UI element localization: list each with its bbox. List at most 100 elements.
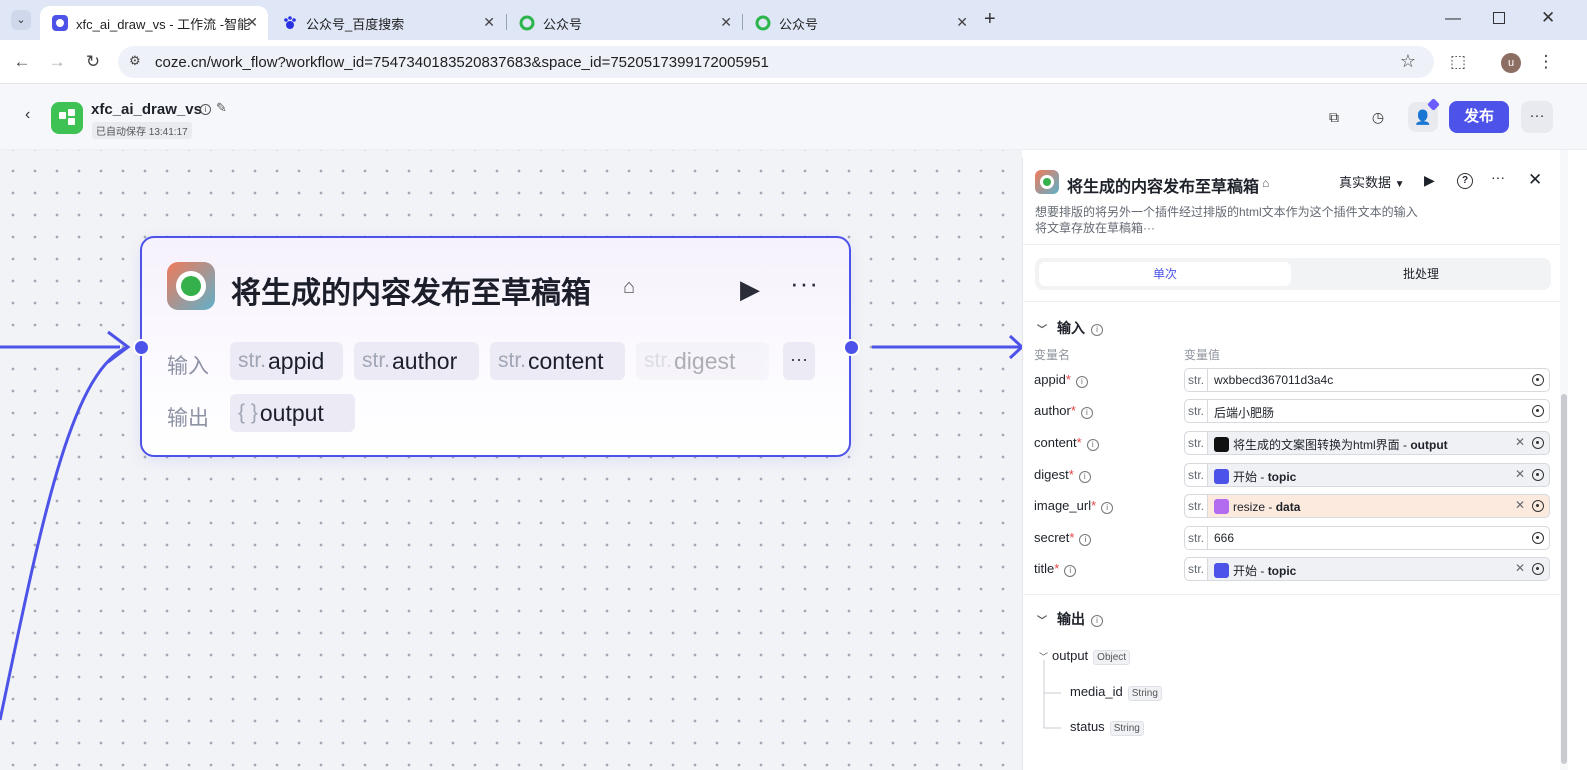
run-mode-segmented: 单次 批处理 [1035, 258, 1551, 290]
clear-reference-icon[interactable]: ✕ [1515, 561, 1525, 575]
tab-title: 公众号_百度搜索 [306, 16, 405, 32]
bookmark-star-icon[interactable]: ☆ [1400, 51, 1416, 72]
col-header-value: 变量值 [1184, 348, 1221, 362]
store-icon: ⌂ [623, 276, 636, 298]
param-name: secret* i [1034, 530, 1092, 546]
node-input-port[interactable] [133, 339, 150, 356]
clear-reference-icon[interactable]: ✕ [1515, 467, 1525, 481]
coze-favicon-icon [52, 15, 68, 31]
input-section-header[interactable]: ﹀ 输入 i [1037, 318, 1103, 338]
scrollbar-thumb[interactable] [1561, 394, 1567, 764]
plugin-node-card[interactable]: 将生成的内容发布至草稿箱 ⌂ ▶ ··· 输入 str. appid str. au… [140, 236, 851, 457]
tab-close-icon[interactable]: ✕ [483, 14, 495, 31]
site-settings-icon[interactable]: ⚙ [129, 53, 141, 69]
variable-picker-icon[interactable] [1532, 532, 1544, 544]
forward-arrow-icon[interactable]: → [46, 51, 68, 73]
history-clock-icon[interactable]: ◷ [1365, 104, 1391, 130]
help-icon[interactable]: ? [1457, 173, 1473, 189]
variable-picker-icon[interactable] [1532, 437, 1544, 449]
col-header-name: 变量名 [1034, 348, 1071, 362]
clear-reference-icon[interactable]: ✕ [1515, 435, 1525, 449]
info-icon[interactable]: i [200, 104, 211, 115]
workflow-canvas[interactable]: 将生成的内容发布至草稿箱 ⌂ ▶ ··· 输入 str. appid str. au… [0, 150, 1022, 770]
address-bar: ← → ↻ ⚙ coze.cn/work_flow?workflow_id=75… [0, 40, 1587, 84]
window-maximize-icon[interactable] [1493, 12, 1505, 24]
more-inputs-button[interactable]: ··· [783, 342, 815, 380]
tab-title: xfc_ai_draw_vs - 工作流 -智能 [76, 16, 251, 32]
back-chevron-icon[interactable]: ‹ [25, 106, 30, 124]
panel-more-icon[interactable]: ··· [1491, 169, 1505, 185]
variable-picker-icon[interactable] [1532, 563, 1544, 575]
edit-icon[interactable]: ✎ [216, 100, 227, 116]
profile-avatar[interactable]: u [1501, 53, 1521, 73]
input-chip-digest: str. digest [636, 342, 769, 380]
store-icon: ⌂ [1262, 176, 1270, 190]
info-icon: i [1080, 407, 1093, 419]
variable-picker-icon[interactable] [1532, 374, 1544, 386]
run-node-icon[interactable]: ▶ [740, 274, 760, 305]
panel-description: 想要排版的将另外一个插件经过排版的html文本作为这个插件文本的输入 将文章存放… [1035, 205, 1418, 235]
tab-gongzhonghao-1[interactable]: 公众号 ✕ [507, 6, 742, 40]
input-chip-appid: str. appid [230, 342, 343, 380]
param-name: digest* i [1034, 467, 1091, 483]
green-logo-icon [519, 15, 535, 31]
more-button[interactable]: ··· [1521, 101, 1553, 133]
tab-title: 公众号 [543, 16, 583, 32]
node-output-port[interactable] [843, 339, 860, 356]
node-more-button[interactable]: ··· [790, 268, 819, 299]
tab-single[interactable]: 单次 [1039, 262, 1291, 286]
app-window: ⌄ xfc_ai_draw_vs - 工作流 -智能 ✕ 公众号_百度搜索 ✕ … [0, 0, 1587, 770]
tab-search-chevron-icon[interactable]: ⌄ [11, 10, 31, 30]
tab-gongzhonghao-2[interactable]: 公众号 ✕ [743, 6, 978, 40]
info-icon: i [1086, 439, 1099, 451]
reload-icon[interactable]: ↻ [82, 51, 104, 73]
tab-xfc-workflow[interactable]: xfc_ai_draw_vs - 工作流 -智能 ✕ [40, 6, 268, 40]
tab-close-icon[interactable]: ✕ [246, 14, 258, 31]
window-close-icon[interactable]: ✕ [1541, 8, 1555, 28]
output-section-header[interactable]: ﹀ 输出 i [1037, 609, 1103, 629]
panel-close-icon[interactable]: ✕ [1528, 170, 1542, 190]
tab-close-icon[interactable]: ✕ [720, 14, 732, 31]
info-icon: i [1078, 471, 1091, 483]
copy-icon[interactable]: ⧉ [1321, 104, 1347, 130]
data-mode-select[interactable]: 真实数据 ▼ [1339, 172, 1405, 191]
param-value-reference[interactable]: str. 开始 - topic ✕ [1184, 463, 1550, 487]
param-value-input[interactable]: str. 666 [1184, 526, 1550, 550]
llm-node-icon [1214, 437, 1229, 452]
back-arrow-icon[interactable]: ← [11, 51, 33, 73]
tab-baidu-search[interactable]: 公众号_百度搜索 ✕ [270, 6, 505, 40]
autosave-badge: 已自动保存 13:41:17 [92, 122, 192, 139]
workflow-title: xfc_ai_draw_vs [91, 101, 202, 118]
param-value-reference[interactable]: str. 开始 - topic ✕ [1184, 557, 1550, 581]
variable-picker-icon[interactable] [1532, 500, 1544, 512]
info-icon: i [1075, 376, 1088, 388]
green-logo-icon [755, 15, 771, 31]
resize-node-icon [1214, 499, 1229, 514]
param-row-image-url: image_url* i str. resize - data ✕ [1023, 494, 1561, 518]
param-value-input[interactable]: str. wxbbecd367011d3a4c [1184, 368, 1550, 392]
browser-tab-bar: ⌄ xfc_ai_draw_vs - 工作流 -智能 ✕ 公众号_百度搜索 ✕ … [0, 0, 1587, 40]
workflow-logo-icon [51, 102, 83, 134]
window-minimize-icon[interactable]: — [1445, 10, 1461, 28]
param-value-reference[interactable]: str. resize - data ✕ [1184, 494, 1550, 518]
param-value-input[interactable]: str. 后端小肥肠 [1184, 399, 1550, 423]
extensions-icon[interactable]: ⬚ [1447, 51, 1469, 73]
tab-batch[interactable]: 批处理 [1295, 262, 1547, 286]
tab-close-icon[interactable]: ✕ [956, 14, 968, 31]
param-name: content* i [1034, 435, 1099, 451]
variable-picker-icon[interactable] [1532, 405, 1544, 417]
variable-picker-icon[interactable] [1532, 469, 1544, 481]
param-name: appid* i [1034, 372, 1088, 388]
output-tree-root[interactable]: ﹀ output Object [1039, 648, 1131, 665]
clear-reference-icon[interactable]: ✕ [1515, 498, 1525, 512]
info-icon: i [1064, 565, 1077, 577]
new-tab-button[interactable]: + [984, 8, 996, 31]
url-field[interactable]: ⚙ coze.cn/work_flow?workflow_id=75473401… [118, 46, 1434, 78]
run-icon[interactable]: ▶ [1424, 172, 1435, 189]
param-value-reference[interactable]: str. 将生成的文案图转换为html界面 - output ✕ [1184, 431, 1550, 455]
panel-scrollbar[interactable] [1560, 150, 1568, 770]
browser-menu-icon[interactable]: ⋮ [1535, 51, 1557, 73]
info-icon: i [1091, 324, 1103, 336]
publish-button[interactable]: 发布 [1449, 101, 1509, 133]
output-field-status: status String [1070, 719, 1144, 736]
